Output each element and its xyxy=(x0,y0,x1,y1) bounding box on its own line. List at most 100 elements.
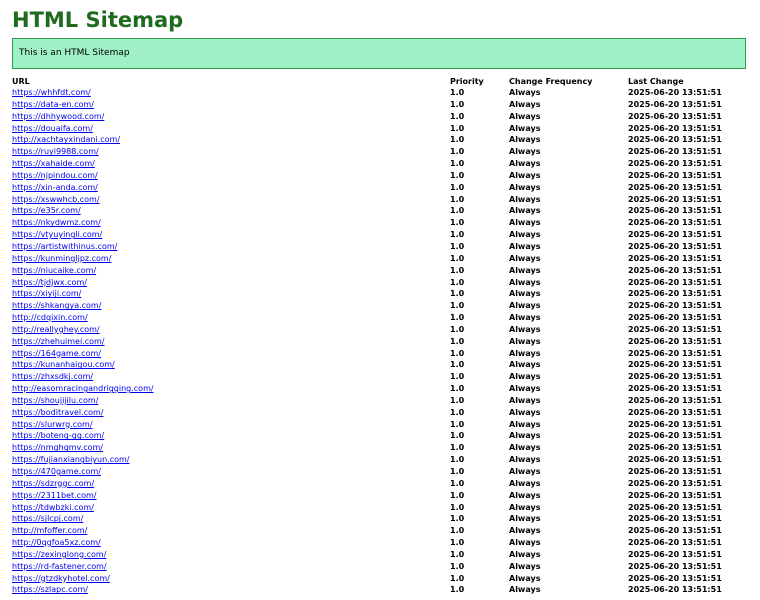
url-cell: https://kunanhaigou.com/ xyxy=(12,359,450,371)
sitemap-link[interactable]: http://mfoffer.com/ xyxy=(12,526,87,535)
sitemap-link[interactable]: https://kunanhaigou.com/ xyxy=(12,360,115,369)
column-header-priority: Priority xyxy=(450,77,484,86)
priority-cell: 1.0 xyxy=(450,206,465,216)
sitemap-link[interactable]: https://szlapc.com/ xyxy=(12,585,88,594)
change-frequency-cell: Always xyxy=(509,301,541,311)
sitemap-link[interactable]: https://slurwrg.com/ xyxy=(12,420,93,429)
sitemap-link[interactable]: http://reallyghey.com/ xyxy=(12,325,100,334)
sitemap-link[interactable]: http://xachtayxindani.com/ xyxy=(12,135,120,144)
table-row: https://e35r.com/1.0 Always 2025-06-20 13:… xyxy=(12,205,748,217)
change-frequency-cell: Always xyxy=(509,395,541,405)
sitemap-link[interactable]: https://boteng-gg.com/ xyxy=(12,431,104,440)
sitemap-link[interactable]: https://2311bet.com/ xyxy=(12,491,97,500)
last-change-cell: 2025-06-20 13:51:51 xyxy=(628,467,722,476)
sitemap-link[interactable]: https://artistwithinus.com/ xyxy=(12,242,117,251)
sitemap-link[interactable]: https://xahaide.com/ xyxy=(12,159,95,168)
change-frequency-cell: Always xyxy=(509,407,541,417)
sitemap-link[interactable]: http://easomracingandrigging.com/ xyxy=(12,384,154,393)
priority-cell: 1.0 xyxy=(450,88,465,97)
priority-cell: 1.0 xyxy=(450,407,465,417)
change-frequency-cell: Always xyxy=(509,99,541,109)
url-cell: https://douaifa.com/ xyxy=(12,123,450,135)
sitemap-link[interactable]: https://xswwhcb.com/ xyxy=(12,195,100,204)
sitemap-link[interactable]: https://nkydwmz.com/ xyxy=(12,218,101,227)
url-cell: https://vtyuyingli.com/ xyxy=(12,229,450,241)
change-frequency-cell: Always xyxy=(509,289,541,299)
sitemap-link[interactable]: https://ruyi9988.com/ xyxy=(12,147,99,156)
sitemap-link[interactable]: https://douaifa.com/ xyxy=(12,124,93,133)
sitemap-link[interactable]: https://kunmingljpz.com/ xyxy=(12,254,111,263)
sitemap-link[interactable]: https://470game.com/ xyxy=(12,467,101,476)
url-cell: https://gtzdkyhotel.com/ xyxy=(12,573,450,585)
sitemap-link[interactable]: https://vtyuyingli.com/ xyxy=(12,230,102,239)
sitemap-link[interactable]: https://xin-anda.com/ xyxy=(12,183,98,192)
url-cell: https://xiyiji.com/ xyxy=(12,288,450,300)
last-change-cell: 2025-06-20 13:51:51 xyxy=(628,478,722,488)
sitemap-link[interactable]: https://shkangya.com/ xyxy=(12,301,101,310)
sitemap-link[interactable]: https://whhfdt.com/ xyxy=(12,88,91,97)
last-change-cell: 2025-06-20 13:51:51 xyxy=(628,301,722,311)
priority-cell: 1.0 xyxy=(450,123,465,133)
priority-cell: 1.0 xyxy=(450,99,465,109)
priority-cell: 1.0 xyxy=(450,253,465,263)
priority-cell: 1.0 xyxy=(450,218,465,228)
sitemap-link[interactable]: https://zhehuimei.com/ xyxy=(12,337,105,346)
url-cell: https://tjdjwx.com/ xyxy=(12,277,450,289)
sitemap-link[interactable]: http://0qgfoa5xz.com/ xyxy=(12,538,101,547)
last-change-cell: 2025-06-20 13:51:51 xyxy=(628,419,722,429)
sitemap-link[interactable]: https://xiyiji.com/ xyxy=(12,289,81,298)
sitemap-link[interactable]: https://data-en.com/ xyxy=(12,100,94,109)
change-frequency-cell: Always xyxy=(509,360,541,370)
url-cell: https://shoujijilu.com/ xyxy=(12,395,450,407)
last-change-cell: 2025-06-20 13:51:51 xyxy=(628,194,722,204)
table-row: https://rd-fastener.com/1.0 Always 2025-06… xyxy=(12,561,748,573)
change-frequency-cell: Always xyxy=(509,336,541,346)
url-cell: http://reallyghey.com/ xyxy=(12,324,450,336)
sitemap-link[interactable]: https://zexinglong.com/ xyxy=(12,550,106,559)
url-cell: https://rd-fastener.com/ xyxy=(12,561,450,573)
last-change-cell: 2025-06-20 13:51:51 xyxy=(628,585,722,595)
last-change-cell: 2025-06-20 13:51:51 xyxy=(628,573,722,583)
change-frequency-cell: Always xyxy=(509,419,541,429)
sitemap-link[interactable]: https://boditravel.com/ xyxy=(12,408,103,417)
priority-cell: 1.0 xyxy=(450,443,465,453)
sitemap-link[interactable]: https://zhxsdkj.com/ xyxy=(12,372,93,381)
url-cell: https://boditravel.com/ xyxy=(12,407,450,419)
url-cell: https://zhehuimei.com/ xyxy=(12,336,450,348)
table-row: https://douaifa.com/1.0 Always 2025-06-20 … xyxy=(12,123,748,135)
sitemap-link[interactable]: https://nmghgmv.com/ xyxy=(12,443,103,452)
last-change-cell: 2025-06-20 13:51:51 xyxy=(628,549,722,559)
url-cell: https://niucaike.com/ xyxy=(12,265,450,277)
last-change-cell: 2025-06-20 13:51:51 xyxy=(628,182,722,192)
priority-cell: 1.0 xyxy=(450,182,465,192)
sitemap-link[interactable]: https://164game.com/ xyxy=(12,349,101,358)
priority-cell: 1.0 xyxy=(450,372,465,382)
sitemap-link[interactable]: https://gtzdkyhotel.com/ xyxy=(12,574,110,583)
table-row: https://njpindou.com/1.0 Always 2025-06-20… xyxy=(12,170,748,182)
sitemap-link[interactable]: https://sjlcpj.com/ xyxy=(12,514,83,523)
url-cell: https://whhfdt.com/ xyxy=(12,87,450,99)
sitemap-link[interactable]: https://dhhywood.com/ xyxy=(12,112,104,121)
sitemap-link[interactable]: https://njpindou.com/ xyxy=(12,171,98,180)
sitemap-link[interactable]: https://sdzrggc.com/ xyxy=(12,479,94,488)
table-row: https://sjlcpj.com/1.0 Always 2025-06-20 1… xyxy=(12,513,748,525)
sitemap-link[interactable]: https://shoujijilu.com/ xyxy=(12,396,98,405)
change-frequency-cell: Always xyxy=(509,170,541,180)
sitemap-link[interactable]: https://tdwbzki.com/ xyxy=(12,503,94,512)
sitemap-link[interactable]: https://fujianxiangbiyun.com/ xyxy=(12,455,130,464)
priority-cell: 1.0 xyxy=(450,384,465,394)
last-change-cell: 2025-06-20 13:51:51 xyxy=(628,502,722,512)
sitemap-link[interactable]: https://e35r.com/ xyxy=(12,206,81,215)
sitemap-link[interactable]: https://rd-fastener.com/ xyxy=(12,562,107,571)
priority-cell: 1.0 xyxy=(450,277,465,287)
priority-cell: 1.0 xyxy=(450,395,465,405)
url-cell: https://njpindou.com/ xyxy=(12,170,450,182)
priority-cell: 1.0 xyxy=(450,549,465,559)
url-cell: http://xachtayxindani.com/ xyxy=(12,134,450,146)
url-cell: http://cdqixin.com/ xyxy=(12,312,450,324)
sitemap-link[interactable]: https://tjdjwx.com/ xyxy=(12,278,87,287)
sitemap-link[interactable]: http://cdqixin.com/ xyxy=(12,313,88,322)
priority-cell: 1.0 xyxy=(450,135,465,145)
sitemap-link[interactable]: https://niucaike.com/ xyxy=(12,266,96,275)
table-row: https://whhfdt.com/1.0 Always 2025-06-20 1… xyxy=(12,87,748,99)
